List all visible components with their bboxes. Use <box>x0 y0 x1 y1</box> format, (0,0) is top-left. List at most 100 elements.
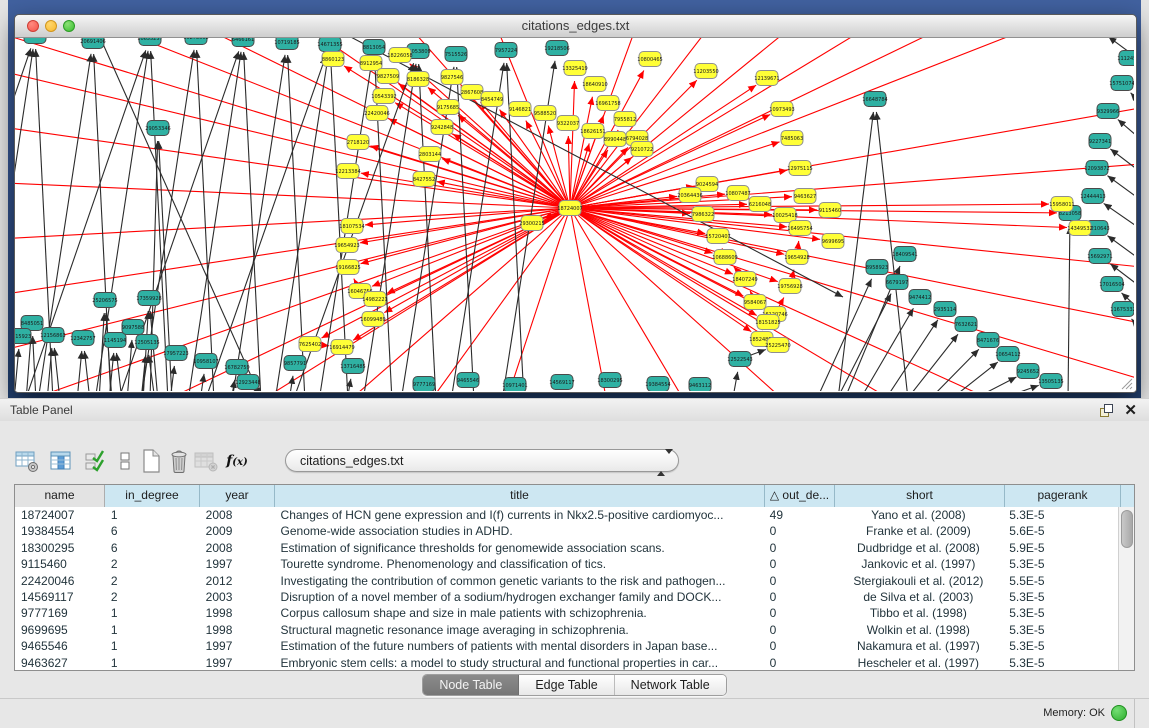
graph-node[interactable]: 7632621 <box>955 317 977 332</box>
graph-edge[interactable] <box>244 52 261 391</box>
graph-edge[interactable] <box>99 313 104 391</box>
graph-node[interactable]: 13325419 <box>562 61 587 76</box>
graph-node[interactable]: 29053346 <box>145 121 170 136</box>
table-row[interactable]: 1830029562008Estimation of significance … <box>15 540 1119 556</box>
cell-short[interactable]: Nakamura et al. (1997) <box>834 638 1004 654</box>
graph-edge[interactable] <box>570 208 1134 391</box>
cell-title[interactable]: Investigating the contribution of common… <box>275 573 764 589</box>
graph-node[interactable]: 18300295 <box>597 373 622 388</box>
graph-edge[interactable] <box>966 377 1016 391</box>
cell-short[interactable]: Hescheler et al. (1997) <box>834 655 1004 671</box>
graph-node[interactable]: 7485063 <box>781 131 803 146</box>
graph-edge[interactable] <box>188 52 241 391</box>
cell-in_degree[interactable]: 2 <box>105 573 200 589</box>
graph-node[interactable]: 20364436 <box>677 188 702 203</box>
close-panel-icon[interactable]: ✕ <box>1124 401 1137 419</box>
graph-node[interactable]: 14569117 <box>549 375 574 390</box>
cell-out_degree[interactable]: 0 <box>764 622 834 638</box>
graph-edge[interactable] <box>904 334 958 391</box>
graph-node[interactable]: 14671355 <box>317 38 342 52</box>
graph-node[interactable]: 10654112 <box>995 347 1020 362</box>
table-row[interactable]: 911546021997Tourette syndrome. Phenomeno… <box>15 556 1119 572</box>
cell-out_degree[interactable]: 0 <box>764 573 834 589</box>
cell-year[interactable]: 2012 <box>200 573 275 589</box>
graph-edge[interactable] <box>570 208 1060 391</box>
destroy-table-button[interactable] <box>191 447 221 475</box>
cell-out_degree[interactable]: 0 <box>764 540 834 556</box>
graph-node[interactable]: 11124540 <box>1117 51 1134 66</box>
graph-edge[interactable] <box>926 349 979 391</box>
graph-node[interactable]: 11203550 <box>693 64 718 79</box>
graph-edge[interactable] <box>289 376 293 391</box>
graph-node[interactable]: 9242848 <box>431 120 453 135</box>
cell-year[interactable]: 2008 <box>200 540 275 556</box>
cell-year[interactable]: 2003 <box>200 589 275 605</box>
graph-edge[interactable] <box>240 38 570 208</box>
cell-name[interactable]: 18300295 <box>15 540 105 556</box>
column-header-year[interactable]: year <box>200 485 275 507</box>
cell-short[interactable]: Yano et al. (2008) <box>834 507 1004 523</box>
graph-node[interactable]: 6466161 <box>232 38 254 47</box>
graph-node[interactable]: 13505135 <box>1038 374 1063 389</box>
graph-node[interactable]: 9584067 <box>744 295 766 310</box>
table-row[interactable]: 1938455462009Genome-wide association stu… <box>15 523 1119 539</box>
graph-edge[interactable] <box>15 38 570 208</box>
graph-node[interactable]: 2935114 <box>934 302 956 317</box>
cell-out_degree[interactable]: 0 <box>764 605 834 621</box>
graph-node[interactable]: 7515526 <box>445 47 467 62</box>
graph-edge[interactable] <box>570 101 1134 208</box>
cell-title[interactable]: Embryonic stem cells: a model to study s… <box>275 655 764 671</box>
graph-node[interactable]: 12923448 <box>235 375 260 390</box>
cell-year[interactable]: 2009 <box>200 523 275 539</box>
graph-node[interactable]: 9699695 <box>822 234 844 249</box>
table-row[interactable]: 2242004622012Investigating the contribut… <box>15 573 1119 589</box>
cell-short[interactable]: Jankovic et al. (1997) <box>834 556 1004 572</box>
cell-name[interactable]: 22420046 <box>15 573 105 589</box>
cell-title[interactable]: Tourette syndrome. Phenomenology and cla… <box>275 556 764 572</box>
graph-edge[interactable] <box>33 336 36 391</box>
cell-pagerank[interactable]: 5.9E-5 <box>1003 540 1119 556</box>
graph-node[interactable]: 15751074 <box>1109 76 1134 91</box>
graph-node[interactable]: 12444413 <box>1080 189 1105 204</box>
graph-edge[interactable] <box>116 353 122 391</box>
graph-node[interactable]: 29300215 <box>519 216 544 231</box>
graph-node[interactable]: 10688609 <box>712 250 737 265</box>
graph-node[interactable]: 12505135 <box>134 335 159 350</box>
cell-year[interactable]: 1998 <box>200 622 275 638</box>
cell-title[interactable]: Changes of HCN gene expression and I(f) … <box>275 507 764 523</box>
cell-pagerank[interactable]: 5.3E-5 <box>1003 622 1119 638</box>
delete-selected-button[interactable] <box>164 447 194 475</box>
cell-pagerank[interactable]: 5.6E-5 <box>1003 523 1119 539</box>
graph-node[interactable]: 6216048 <box>749 197 771 212</box>
graph-node[interactable]: 9827546 <box>441 70 463 85</box>
graph-node[interactable]: 25206575 <box>92 293 117 308</box>
graph-edge[interactable] <box>457 67 474 391</box>
graph-node[interactable]: 12522543 <box>727 352 752 367</box>
column-header-short[interactable]: short <box>835 485 1005 507</box>
graph-node[interactable]: 19756928 <box>777 279 802 294</box>
table-row[interactable]: 1456911722003Disruption of a novel membe… <box>15 589 1119 605</box>
cell-name[interactable]: 18724007 <box>15 507 105 523</box>
graph-node[interactable]: 10800465 <box>637 52 662 67</box>
graph-edge[interactable] <box>989 385 1039 391</box>
tab-network-table[interactable]: Network Table <box>615 675 726 695</box>
graph-node[interactable]: 7625402 <box>299 337 321 352</box>
graph-node[interactable]: 16782759 <box>224 360 249 375</box>
column-header-out_degree[interactable]: △ out_de... <box>765 485 835 507</box>
cell-out_degree[interactable]: 0 <box>764 556 834 572</box>
graph-node[interactable]: 18724007 <box>557 201 582 216</box>
cell-out_degree[interactable]: 49 <box>764 507 834 523</box>
graph-node[interactable]: 2867608 <box>461 85 483 100</box>
cell-title[interactable]: Structural magnetic resonance image aver… <box>275 622 764 638</box>
graph-node[interactable]: 17359928 <box>136 291 161 306</box>
graph-edge[interactable] <box>570 208 1134 271</box>
cell-name[interactable]: 14569117 <box>15 589 105 605</box>
graph-node[interactable]: 18107534 <box>339 219 364 234</box>
table-scrollbar[interactable] <box>1118 507 1134 670</box>
graph-node[interactable]: 9245652 <box>1017 364 1039 379</box>
graph-node[interactable]: 14982221 <box>362 292 387 307</box>
scrollbar-thumb[interactable] <box>1121 510 1133 548</box>
graph-edge[interactable] <box>361 173 570 208</box>
show-columns-button[interactable] <box>46 447 76 475</box>
cell-out_degree[interactable]: 0 <box>764 523 834 539</box>
